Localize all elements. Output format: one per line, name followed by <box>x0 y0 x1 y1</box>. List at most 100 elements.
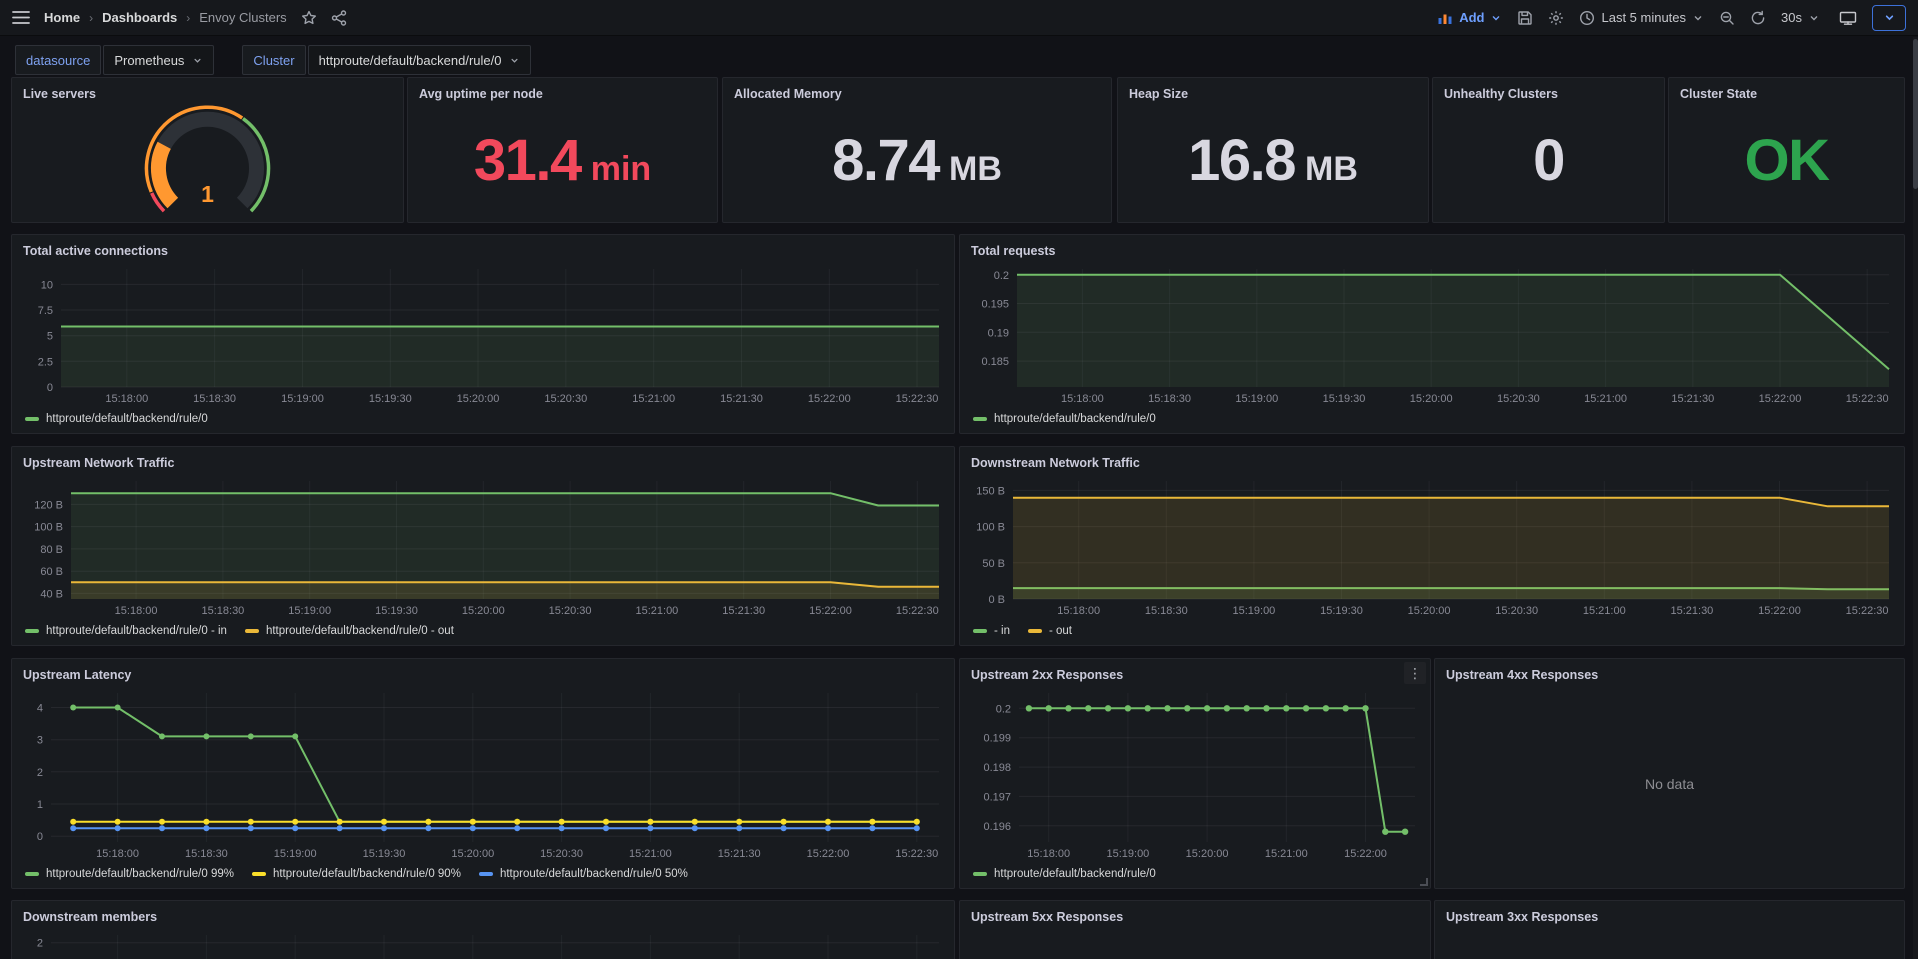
panel-upstream-latency: Upstream Latency 0123415:18:0015:18:3015… <box>11 658 955 889</box>
svg-text:0.19: 0.19 <box>988 327 1009 339</box>
svg-text:100 B: 100 B <box>34 522 63 534</box>
legend-item[interactable]: httproute/default/backend/rule/0 99% <box>25 868 234 880</box>
svg-text:15:22:30: 15:22:30 <box>896 393 939 405</box>
legend-item[interactable]: - in <box>973 625 1010 637</box>
panel-upstream-3xx-responses: Upstream 3xx Responses <box>1434 900 1905 959</box>
refresh-interval-label: 30s <box>1781 10 1802 25</box>
panel-title[interactable]: Upstream 2xx Responses <box>971 668 1123 682</box>
legend-item[interactable]: httproute/default/backend/rule/0 90% <box>252 868 461 880</box>
svg-text:15:18:30: 15:18:30 <box>185 848 228 860</box>
panel-title[interactable]: Downstream members <box>23 910 157 924</box>
svg-text:3: 3 <box>37 735 43 747</box>
svg-text:15:19:30: 15:19:30 <box>1320 605 1363 617</box>
scrollbar-thumb[interactable] <box>1913 39 1918 189</box>
hamburger-menu-icon[interactable] <box>12 10 30 25</box>
panel-title[interactable]: Upstream 3xx Responses <box>1446 910 1598 924</box>
panel-title[interactable]: Allocated Memory <box>734 87 842 101</box>
share-icon[interactable] <box>331 10 347 26</box>
svg-text:15:21:00: 15:21:00 <box>629 848 672 860</box>
svg-text:15:18:30: 15:18:30 <box>1145 605 1188 617</box>
refresh-interval-picker[interactable]: 30s <box>1781 10 1820 25</box>
time-series-chart[interactable]: 0.1960.1970.1980.1990.215:18:0015:19:001… <box>969 686 1421 863</box>
datasource-label[interactable]: datasource <box>15 45 101 75</box>
time-series-chart[interactable] <box>969 928 1421 959</box>
svg-text:0: 0 <box>37 831 43 843</box>
time-series-chart[interactable] <box>1444 928 1895 959</box>
panel-resize-handle[interactable] <box>1420 878 1428 886</box>
stat-value: 16.8MB <box>1188 132 1358 190</box>
save-dashboard-icon[interactable] <box>1517 10 1533 26</box>
time-series-chart[interactable]: 2 <box>21 928 945 959</box>
favorite-star-icon[interactable] <box>301 10 317 26</box>
panel-avg-uptime: Avg uptime per node 31.4min <box>407 77 718 223</box>
svg-text:15:21:30: 15:21:30 <box>718 848 761 860</box>
svg-text:1: 1 <box>37 799 43 811</box>
time-series-chart[interactable]: 40 B60 B80 B100 B120 B15:18:0015:18:3015… <box>21 474 945 620</box>
svg-text:15:18:00: 15:18:00 <box>105 393 148 405</box>
time-series-chart[interactable]: 0.1850.190.1950.215:18:0015:18:3015:19:0… <box>969 262 1895 408</box>
settings-gear-icon[interactable] <box>1548 10 1564 26</box>
legend-item[interactable]: httproute/default/backend/rule/0 - in <box>25 625 227 637</box>
panel-upstream-network-traffic: Upstream Network Traffic 40 B60 B80 B100… <box>11 446 955 646</box>
panel-title[interactable]: Avg uptime per node <box>419 87 543 101</box>
panel-title[interactable]: Cluster State <box>1680 87 1757 101</box>
panel-title[interactable]: Downstream Network Traffic <box>971 456 1140 470</box>
time-series-chart[interactable]: 0 B50 B100 B150 B15:18:0015:18:3015:19:0… <box>969 474 1895 620</box>
live-servers-gauge: 1 <box>21 105 394 216</box>
svg-text:15:21:00: 15:21:00 <box>1584 393 1627 405</box>
breadcrumb-home[interactable]: Home <box>44 10 80 25</box>
time-range-picker[interactable]: Last 5 minutes <box>1579 10 1704 26</box>
svg-text:15:20:00: 15:20:00 <box>1408 605 1451 617</box>
panel-menu-kebab-icon[interactable]: ⋮ <box>1404 662 1426 684</box>
svg-text:15:18:00: 15:18:00 <box>1027 848 1070 860</box>
panel-title[interactable]: Upstream Network Traffic <box>23 456 174 470</box>
panel-title[interactable]: Unhealthy Clusters <box>1444 87 1558 101</box>
cluster-select[interactable]: httproute/default/backend/rule/0 <box>308 45 532 75</box>
panel-title[interactable]: Total requests <box>971 244 1056 258</box>
clock-icon <box>1579 10 1595 26</box>
panel-title[interactable]: Upstream Latency <box>23 668 131 682</box>
panel-title[interactable]: Heap Size <box>1129 87 1188 101</box>
grafana-dashboard: Home › Dashboards › Envoy Clusters Add <box>0 0 1918 959</box>
svg-text:15:20:30: 15:20:30 <box>549 605 592 617</box>
chevron-down-icon <box>509 55 520 66</box>
top-nav: Home › Dashboards › Envoy Clusters Add <box>0 0 1918 36</box>
legend-item[interactable]: httproute/default/backend/rule/0 <box>973 868 1156 880</box>
svg-text:15:22:30: 15:22:30 <box>895 848 938 860</box>
legend-item[interactable]: httproute/default/backend/rule/0 - out <box>245 625 454 637</box>
svg-text:1: 1 <box>201 181 214 207</box>
legend-item[interactable]: httproute/default/backend/rule/0 <box>973 413 1156 425</box>
svg-text:2: 2 <box>37 767 43 779</box>
refresh-icon[interactable] <box>1750 10 1766 26</box>
collapse-nav-button[interactable] <box>1872 5 1906 31</box>
panel-title[interactable]: Upstream 4xx Responses <box>1446 668 1598 682</box>
cluster-label[interactable]: Cluster <box>242 45 305 75</box>
scrollbar[interactable] <box>1913 37 1918 959</box>
panel-title[interactable]: Total active connections <box>23 244 168 258</box>
svg-text:0.198: 0.198 <box>983 762 1011 774</box>
svg-text:15:22:00: 15:22:00 <box>1344 848 1387 860</box>
svg-text:15:22:30: 15:22:30 <box>1846 605 1889 617</box>
svg-text:0.2: 0.2 <box>994 270 1009 282</box>
time-series-chart[interactable]: 02.557.51015:18:0015:18:3015:19:0015:19:… <box>21 262 945 408</box>
legend-item[interactable]: - out <box>1028 625 1072 637</box>
panel-title[interactable]: Live servers <box>23 87 96 101</box>
svg-text:60 B: 60 B <box>40 566 63 578</box>
add-button[interactable]: Add <box>1438 10 1502 25</box>
zoom-out-icon[interactable] <box>1719 10 1735 26</box>
legend-item[interactable]: httproute/default/backend/rule/0 <box>25 413 208 425</box>
svg-text:15:20:00: 15:20:00 <box>451 848 494 860</box>
svg-text:15:21:30: 15:21:30 <box>722 605 765 617</box>
tv-kiosk-icon[interactable] <box>1839 10 1857 26</box>
chart-legend: httproute/default/backend/rule/0 <box>969 863 1421 882</box>
svg-text:15:19:00: 15:19:00 <box>1232 605 1275 617</box>
svg-text:15:20:00: 15:20:00 <box>1410 393 1453 405</box>
svg-text:0.2: 0.2 <box>996 703 1011 715</box>
datasource-select[interactable]: Prometheus <box>103 45 214 75</box>
svg-text:15:21:00: 15:21:00 <box>632 393 675 405</box>
legend-item[interactable]: httproute/default/backend/rule/0 50% <box>479 868 688 880</box>
breadcrumb-separator: › <box>186 11 190 25</box>
time-series-chart[interactable]: 0123415:18:0015:18:3015:19:0015:19:3015:… <box>21 686 945 863</box>
breadcrumb-dashboards[interactable]: Dashboards <box>102 10 177 25</box>
panel-title[interactable]: Upstream 5xx Responses <box>971 910 1123 924</box>
